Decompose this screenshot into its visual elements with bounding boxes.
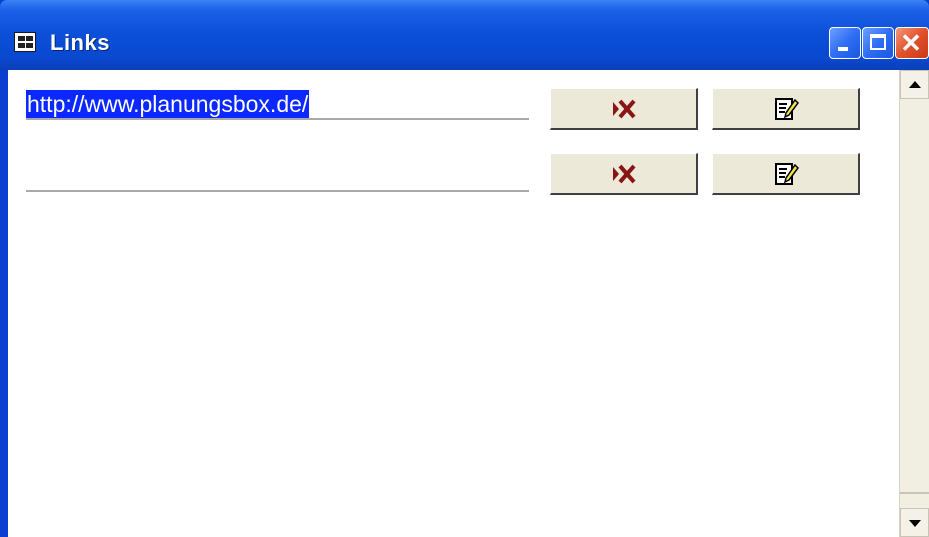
link-url-field[interactable]: http://www.planungsbox.de/ <box>26 90 529 120</box>
window-title: Links <box>50 30 110 55</box>
delete-link-button[interactable] <box>550 88 698 130</box>
minimize-button[interactable] <box>829 27 861 59</box>
link-url-field-empty[interactable] <box>26 162 529 192</box>
links-window: Links ✕ http://www.planungsbox.de/ <box>0 0 929 537</box>
minimize-icon <box>838 47 848 51</box>
title-bar[interactable]: Links ✕ <box>0 0 929 70</box>
scroll-track[interactable] <box>900 99 929 508</box>
delete-x-icon <box>612 164 636 183</box>
client-area: http://www.planungsbox.de/ <box>8 70 929 537</box>
delete-x-icon <box>612 99 636 118</box>
vertical-scrollbar[interactable] <box>899 70 929 537</box>
scroll-track-divider <box>900 492 929 494</box>
edit-note-icon <box>774 97 799 120</box>
scroll-up-button[interactable] <box>900 70 929 99</box>
scroll-down-button[interactable] <box>900 508 929 537</box>
edit-link-button[interactable] <box>712 88 860 130</box>
maximize-button[interactable] <box>862 27 894 59</box>
close-button[interactable]: ✕ <box>895 27 929 59</box>
edit-link-button-2[interactable] <box>712 153 860 195</box>
arrow-up-icon <box>909 81 921 88</box>
link-url-text[interactable]: http://www.planungsbox.de/ <box>26 90 310 118</box>
close-icon: ✕ <box>900 28 922 58</box>
form-icon[interactable] <box>14 32 36 52</box>
edit-note-icon <box>774 162 799 185</box>
arrow-down-icon <box>909 520 921 527</box>
delete-link-button-2[interactable] <box>550 153 698 195</box>
maximize-icon <box>870 34 886 50</box>
